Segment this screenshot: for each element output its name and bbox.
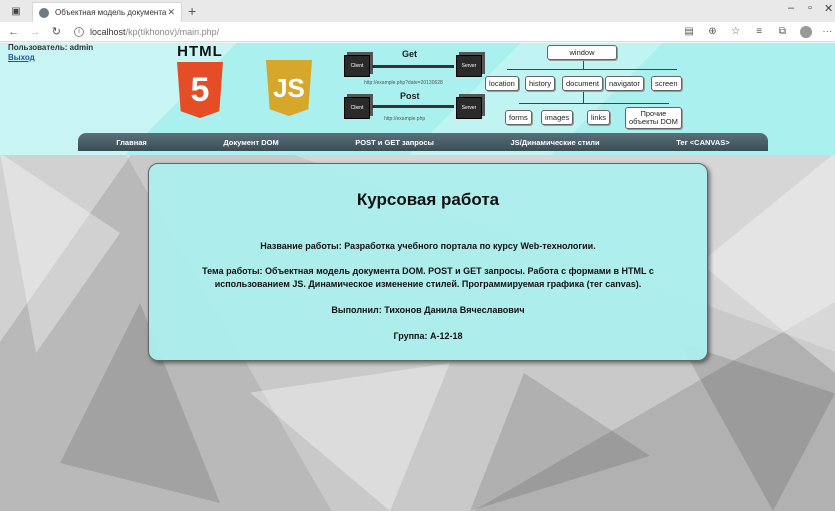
new-tab-button[interactable]: +	[188, 3, 196, 19]
favorites-list-icon[interactable]: ≡	[751, 26, 766, 37]
user-info: Пользователь: admin Выход	[8, 43, 93, 63]
close-window-icon[interactable]: ✕	[824, 2, 833, 15]
minimize-icon[interactable]: –	[788, 2, 794, 14]
server-box-get: Server	[456, 55, 482, 77]
node-document: document	[562, 76, 603, 91]
group-text: Группа: А-12-18	[393, 331, 463, 341]
tree-connector	[583, 59, 584, 69]
tree-connector	[583, 89, 584, 103]
background-polygon	[250, 363, 450, 511]
get-arrow	[372, 65, 454, 68]
site-info-icon[interactable]: i	[74, 26, 85, 37]
node-images: images	[541, 110, 574, 125]
background-polygon	[470, 373, 650, 511]
user-label: Пользователь: admin	[8, 43, 94, 52]
client-box-get: Client	[344, 55, 370, 77]
html-logo-word: HTML	[177, 43, 223, 60]
url-field[interactable]: i localhost/kp(tikhonov)/main.php/	[74, 24, 673, 40]
post-label: Post	[400, 91, 420, 101]
main-menu: Главная Документ DOM POST и GET запросы …	[78, 133, 768, 151]
node-history: history	[525, 76, 556, 91]
logout-link[interactable]: Выход	[8, 53, 93, 63]
topic-text: Тема работы: Объектная модель документа …	[202, 266, 654, 289]
node-other-dom-objects: Прочие объекты DOM	[625, 107, 682, 129]
menu-item-js-styles[interactable]: JS/Динамические стили	[511, 138, 600, 147]
profile-avatar-icon[interactable]	[800, 25, 812, 38]
get-label: Get	[402, 49, 418, 59]
dom-tree-diagram: window location history document navigat…	[485, 45, 685, 133]
forward-arrow-icon[interactable]: →	[27, 26, 42, 38]
js-logo-icon: JS	[266, 60, 312, 116]
node-forms: forms	[505, 110, 532, 125]
more-menu-icon[interactable]: ···	[820, 26, 835, 37]
node-navigator: navigator	[605, 76, 644, 91]
other-line2: объекты DOM	[629, 117, 678, 126]
tab-actions-icon[interactable]: ▣	[8, 3, 24, 19]
work-name-text: Название работы: Разработка учебного пор…	[260, 241, 596, 251]
background-polygon	[680, 343, 835, 511]
favorite-star-icon[interactable]: ☆	[728, 26, 743, 37]
server-box-post: Server	[456, 97, 482, 119]
get-url: http://example.php?date=20130628	[364, 80, 443, 86]
collections-icon[interactable]: ⧉	[775, 26, 790, 37]
reader-mode-icon[interactable]: ▤	[681, 26, 696, 37]
html5-shield-icon: 5	[177, 62, 223, 118]
content-card: Курсовая работа Название работы: Разрабо…	[148, 163, 708, 361]
menu-item-post-get[interactable]: POST и GET запросы	[355, 138, 434, 147]
url-host: localhost	[90, 26, 126, 37]
tab-title: Объектная модель документа	[55, 8, 167, 17]
post-arrow	[372, 105, 454, 108]
reload-icon[interactable]: ↻	[49, 25, 64, 38]
node-screen: screen	[651, 76, 682, 91]
author-text: Выполнил: Тихонов Данила Вячеславович	[331, 305, 525, 315]
menu-item-home[interactable]: Главная	[116, 138, 147, 147]
client-box-post: Client	[344, 97, 370, 119]
zoom-icon[interactable]: ⊕	[705, 26, 720, 37]
page-favicon-icon	[39, 7, 49, 18]
address-bar: ← → ↻ i localhost/kp(tikhonov)/main.php/…	[0, 22, 835, 42]
html5-logo: HTML 5	[170, 43, 230, 118]
browser-tab[interactable]: Объектная модель документа ✕	[32, 2, 182, 22]
page-title: Курсовая работа	[356, 190, 500, 209]
post-url: http://example.php	[384, 116, 426, 122]
maximize-icon[interactable]: ▫	[808, 2, 812, 14]
browser-tab-bar: ▣ Объектная модель документа ✕ + – ▫ ✕	[0, 0, 835, 22]
url-path: /kp(tikhonov)/main.php/	[125, 26, 220, 37]
back-arrow-icon[interactable]: ←	[6, 26, 21, 38]
site-header: Пользователь: admin Выход HTML 5 JS Get …	[0, 43, 835, 155]
node-window: window	[547, 45, 617, 60]
tab-close-icon[interactable]: ✕	[167, 7, 175, 18]
tree-connector	[507, 69, 677, 70]
get-post-diagram: Get Client Server http://example.php?dat…	[342, 45, 492, 125]
node-location: location	[485, 76, 519, 91]
tree-connector	[519, 103, 669, 104]
background-polygon	[0, 153, 120, 353]
menu-item-canvas[interactable]: Тег <CANVAS>	[676, 138, 729, 147]
background-polygon	[700, 153, 835, 373]
menu-item-dom[interactable]: Документ DOM	[223, 138, 278, 147]
page-viewport: Пользователь: admin Выход HTML 5 JS Get …	[0, 43, 835, 511]
node-links: links	[587, 110, 611, 125]
